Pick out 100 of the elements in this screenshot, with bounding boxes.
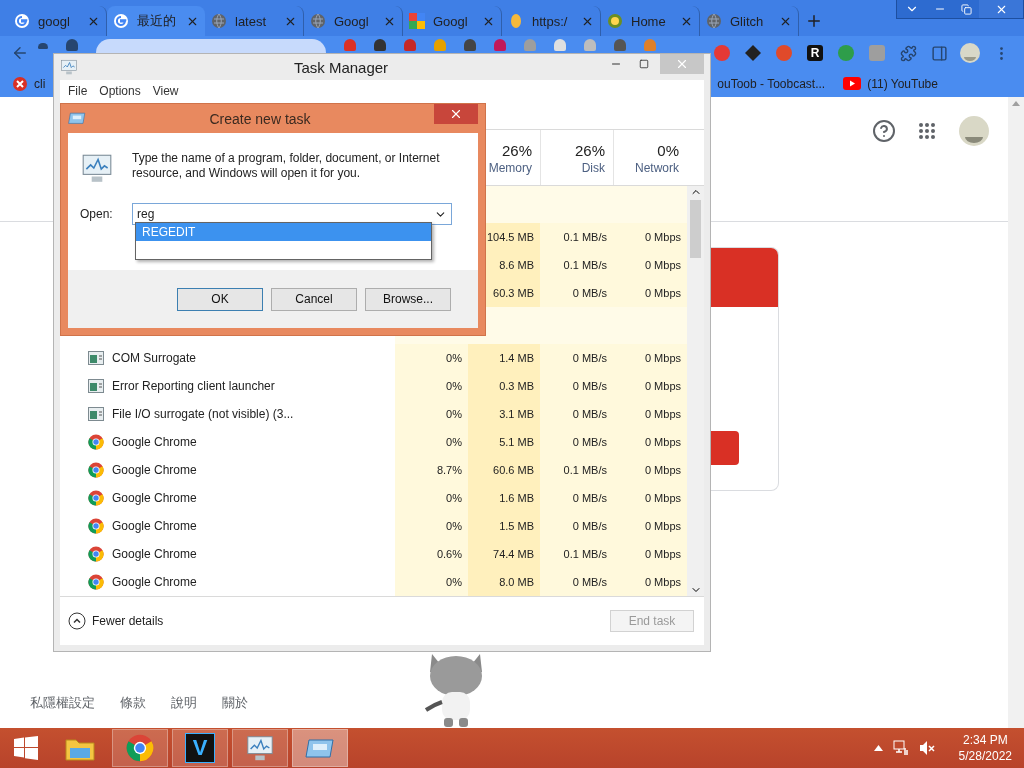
window-icon [88, 351, 104, 365]
scroll-thumb[interactable] [690, 200, 701, 258]
extension-icon[interactable] [744, 44, 762, 62]
table-cell: 0% [395, 484, 468, 512]
extension-button[interactable]: R [807, 45, 823, 61]
taskbar-button[interactable]: V [172, 729, 228, 767]
extension-icon[interactable] [464, 39, 476, 51]
column-percent: 0% [657, 142, 679, 159]
dialog-button[interactable]: Browse... [365, 287, 451, 311]
taskbar-button[interactable] [112, 729, 168, 767]
menu-item[interactable]: Options [99, 83, 141, 98]
help-icon[interactable] [872, 119, 896, 143]
table-cell: 0 MB/s [540, 372, 613, 400]
table-cell: 0% [395, 512, 468, 540]
menu-item[interactable]: File [68, 83, 88, 98]
badge-icon [607, 13, 623, 29]
scrollbar[interactable] [687, 186, 704, 596]
forward-icon[interactable] [38, 43, 48, 49]
chrome-icon [88, 546, 104, 562]
column-label: Memory [488, 161, 532, 175]
table-cell: 0% [395, 428, 468, 456]
maximize-icon[interactable] [639, 59, 649, 69]
scrollbar[interactable] [1008, 97, 1024, 728]
chrome-icon [88, 518, 104, 534]
dialog-icon [68, 112, 86, 125]
task-manager-icon [60, 58, 78, 76]
column-label: Disk [581, 161, 605, 175]
taskbar-app-icon[interactable] [245, 733, 275, 763]
footer-link[interactable]: 私隱權設定 [30, 694, 95, 712]
table-cell: 0 Mbps [613, 279, 687, 307]
bookmark[interactable]: (11) YouTube [867, 76, 938, 91]
error-icon [12, 75, 28, 92]
column-label: Network [635, 161, 679, 175]
process-name: Google Chrome [112, 491, 197, 505]
google-icon [14, 13, 30, 29]
taskbar-button[interactable] [292, 729, 348, 767]
muted-speaker-icon[interactable] [918, 740, 935, 756]
footer-link[interactable]: 關於 [222, 694, 248, 712]
table-cell: 0 MB/s [540, 428, 613, 456]
globe-icon [211, 13, 227, 29]
taskbar-app-icon[interactable] [305, 737, 335, 759]
coin-icon [508, 13, 524, 29]
table-cell: 0% [395, 344, 468, 372]
show-hidden-icon[interactable] [873, 745, 883, 751]
bookmark[interactable]: ouToob - Toobcast... [717, 76, 826, 91]
bookmark[interactable]: cli [34, 76, 46, 91]
process-name: COM Surrogate [112, 351, 197, 365]
close-button[interactable] [434, 104, 478, 124]
reload-icon[interactable] [66, 39, 78, 51]
restore-icon[interactable] [960, 3, 972, 15]
table-cell: 0% [395, 372, 468, 400]
column-header[interactable]: 0% Network [613, 130, 687, 185]
process-name: Google Chrome [112, 435, 197, 449]
side-panel-icon[interactable] [930, 44, 948, 62]
footer-link[interactable]: 條款 [120, 694, 146, 712]
extension-icon[interactable] [614, 39, 626, 51]
table-cell: 0.1 MB/s [540, 251, 613, 279]
collapse-icon[interactable] [68, 612, 86, 630]
start-icon[interactable] [14, 736, 38, 760]
network-icon[interactable] [892, 740, 909, 756]
app-logo[interactable]: V [185, 733, 215, 763]
column-header[interactable]: 26% Disk [540, 130, 613, 185]
new-tab-icon[interactable] [805, 12, 823, 30]
dialog-button[interactable]: OK [177, 287, 263, 311]
youtube-icon [843, 77, 862, 90]
back-icon[interactable] [11, 44, 29, 62]
extensions-icon[interactable] [899, 44, 917, 62]
tiles-icon [409, 13, 425, 29]
extension-icon[interactable] [554, 39, 566, 51]
table-cell: 0 Mbps [613, 512, 687, 540]
table-cell: 0 Mbps [613, 372, 687, 400]
table-cell: 0.1 MB/s [540, 540, 613, 568]
menu-item[interactable]: View [152, 83, 179, 98]
scroll-up-icon[interactable] [1012, 101, 1020, 106]
table-cell: 0 MB/s [540, 484, 613, 512]
chrome-icon [88, 574, 104, 590]
close-icon[interactable] [449, 107, 463, 121]
table-cell: 0 MB/s [540, 400, 613, 428]
table-cell: 0 MB/s [540, 568, 613, 596]
fewer-details-link[interactable]: Fewer details [68, 612, 164, 630]
table-cell: 0 Mbps [613, 400, 687, 428]
table-cell: 5.1 MB [468, 428, 540, 456]
window-icon [88, 407, 104, 421]
card-header [711, 248, 778, 307]
chrome-icon-button[interactable] [126, 734, 154, 762]
window-title: Task Manager [293, 58, 389, 76]
apps-icon[interactable] [918, 122, 936, 140]
taskbar-button[interactable] [232, 729, 288, 767]
browser-tab[interactable]: 最近的 [107, 6, 205, 36]
globe-icon [310, 13, 326, 29]
table-cell: 74.4 MB [468, 540, 540, 568]
table-cell: 3.1 MB [468, 400, 540, 428]
table-cell: 0 MB/s [540, 279, 613, 307]
avatar-icon[interactable] [959, 42, 981, 64]
extension-icon[interactable] [374, 39, 386, 51]
avatar-icon[interactable] [958, 115, 990, 147]
dialog-button[interactable]: Cancel [271, 287, 357, 311]
address-bar[interactable] [96, 39, 326, 53]
table-cell: 60.6 MB [468, 456, 540, 484]
footer-link[interactable]: 說明 [171, 694, 197, 712]
